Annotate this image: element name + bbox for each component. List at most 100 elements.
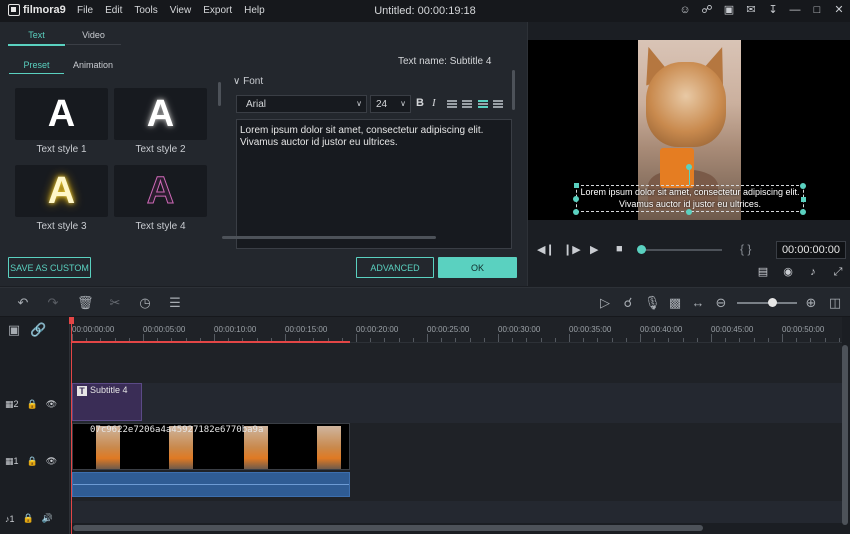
align-right-icon[interactable] (478, 100, 488, 108)
align-justify-icon[interactable] (493, 100, 503, 108)
text-style-3-card[interactable]: A (15, 165, 108, 217)
ruler-label: 00:00:30:00 (498, 325, 541, 334)
minimize-icon[interactable]: — (788, 3, 802, 17)
add-track-icon[interactable]: ▣ (6, 322, 22, 338)
zoom-in-icon[interactable]: ⊕ (803, 295, 819, 311)
align-center-icon[interactable] (462, 100, 472, 108)
maximize-icon[interactable]: □ (810, 3, 824, 17)
save-icon[interactable]: ▣ (722, 3, 736, 17)
fullscreen-icon[interactable]: ⤢ (831, 265, 845, 279)
text-style-2-card[interactable]: A (114, 88, 207, 140)
font-section-header[interactable]: ∨ Font (233, 76, 263, 87)
mark-in-out-icon[interactable]: { } (740, 242, 751, 256)
speaker-icon[interactable]: 🔊 (42, 513, 53, 524)
font-family-select[interactable]: Arial ∨ (236, 95, 367, 113)
speed-icon[interactable]: ◷ (137, 295, 153, 311)
ruler-tick (370, 338, 372, 342)
zoom-slider-knob[interactable] (768, 298, 777, 307)
ruler-tick (554, 338, 556, 342)
timeline-vscrollbar[interactable] (842, 345, 848, 525)
ruler-tick (498, 334, 499, 342)
mail-icon[interactable]: ✉ (744, 3, 758, 17)
ruler-tick (725, 338, 727, 342)
split-screen-icon[interactable]: ↔ (690, 295, 706, 310)
render-icon[interactable]: ▷ (597, 295, 613, 311)
font-section-label: Font (243, 76, 264, 87)
text-name-label: Text name: Subtitle 4 (398, 56, 492, 67)
cart-icon[interactable]: ☍ (700, 3, 714, 17)
subtitle-clip[interactable]: T Subtitle 4 (72, 383, 142, 421)
resize-handle-bm[interactable] (686, 209, 692, 215)
redo-icon[interactable]: ↷ (45, 295, 61, 311)
resize-handle-mr[interactable] (801, 197, 806, 202)
preview-stage[interactable]: Lorem ipsum dolor sit amet, consectetur … (528, 40, 850, 220)
zoom-out-icon[interactable]: ⊖ (713, 295, 729, 311)
marker-icon[interactable]: ☌ (620, 295, 636, 311)
audio-mixer-icon[interactable]: ▩ (667, 295, 683, 311)
align-left-icon[interactable] (447, 100, 457, 108)
lock-icon[interactable]: 🔒 (27, 399, 38, 410)
resize-handle-tl[interactable] (574, 183, 579, 188)
volume-icon[interactable]: ♪ (806, 265, 820, 279)
eye-icon[interactable]: 👁 (46, 399, 57, 410)
video-clip[interactable]: 07c9622e7206a4a45927182e6770ba9a (72, 423, 350, 470)
ruler-tick (540, 338, 542, 342)
tab-video[interactable]: Video (66, 30, 121, 45)
audio-lane[interactable] (70, 501, 842, 523)
text-style-1-card[interactable]: A (15, 88, 108, 140)
video-clip-label: 07c9622e7206a4a45927182e6770ba9a (90, 425, 264, 435)
ruler-tick (526, 338, 528, 342)
resize-handle-ml[interactable] (573, 196, 579, 202)
zoom-slider[interactable] (737, 302, 797, 304)
delete-icon[interactable]: 🗑 (77, 295, 94, 311)
track-lane-empty[interactable] (70, 343, 842, 383)
rewind-icon[interactable]: ◀❙ (537, 243, 555, 256)
resize-handle-tr[interactable] (800, 183, 806, 189)
font-panel-scrollbar[interactable] (512, 70, 515, 110)
subtab-animation[interactable]: Animation (68, 60, 118, 73)
playhead[interactable] (71, 322, 72, 534)
link-icon[interactable]: 🔗 (30, 322, 46, 338)
render-preview-icon[interactable]: ▤ (756, 265, 770, 279)
audio-waveform-clip[interactable] (72, 472, 350, 497)
subtab-preset[interactable]: Preset (9, 60, 64, 74)
ruler-label: 00:00:10:00 (214, 325, 257, 334)
seek-knob[interactable] (637, 245, 646, 254)
close-icon[interactable]: ✕ (832, 3, 846, 17)
timeline-ruler[interactable]: 00:00:00:00 00:00:05:00 00:00:10:00 00:0… (70, 317, 842, 343)
adjust-icon[interactable]: ☰ (167, 295, 183, 311)
lock-icon[interactable]: 🔒 (23, 513, 34, 524)
styles-scrollbar[interactable] (218, 82, 221, 106)
ruler-tick (625, 338, 627, 342)
text-style-4-label: Text style 4 (135, 221, 186, 232)
advanced-button[interactable]: ADVANCED (356, 257, 434, 278)
cut-icon[interactable]: ✂ (107, 295, 123, 311)
eye-icon[interactable]: 👁 (46, 456, 57, 467)
font-panel-hscrollbar[interactable] (222, 236, 436, 239)
ok-button[interactable]: OK (438, 257, 517, 278)
timeline-hscrollbar[interactable] (73, 525, 703, 531)
ruler-tick (640, 334, 641, 342)
italic-button[interactable]: I (432, 97, 436, 109)
seek-bar[interactable] (640, 249, 722, 251)
resize-handle-bl[interactable] (573, 209, 579, 215)
text-style-4-card[interactable]: A (114, 165, 207, 217)
track-lane-2[interactable] (70, 383, 842, 423)
tab-text[interactable]: Text (8, 30, 65, 46)
play-icon[interactable]: ▶ (590, 243, 598, 256)
user-icon[interactable]: ☺ (678, 3, 692, 17)
lock-icon[interactable]: 🔒 (27, 456, 38, 467)
bold-button[interactable]: B (416, 97, 424, 109)
subtitle-text-input[interactable]: Lorem ipsum dolor sit amet, consectetur … (236, 119, 512, 249)
voiceover-icon[interactable]: 🎙 (644, 295, 661, 311)
stop-icon[interactable]: ■ (616, 243, 623, 255)
download-icon[interactable]: ↧ (766, 3, 780, 17)
undo-icon[interactable]: ↶ (15, 295, 31, 311)
save-as-custom-button[interactable]: SAVE AS CUSTOM (8, 257, 91, 278)
resize-handle-br[interactable] (800, 209, 806, 215)
rotate-handle[interactable] (686, 164, 692, 170)
grid-icon[interactable]: ◫ (827, 295, 843, 311)
font-size-select[interactable]: 24 ∨ (370, 95, 411, 113)
step-forward-icon[interactable]: ❙▶ (563, 243, 581, 256)
snapshot-icon[interactable]: ◉ (781, 265, 795, 279)
